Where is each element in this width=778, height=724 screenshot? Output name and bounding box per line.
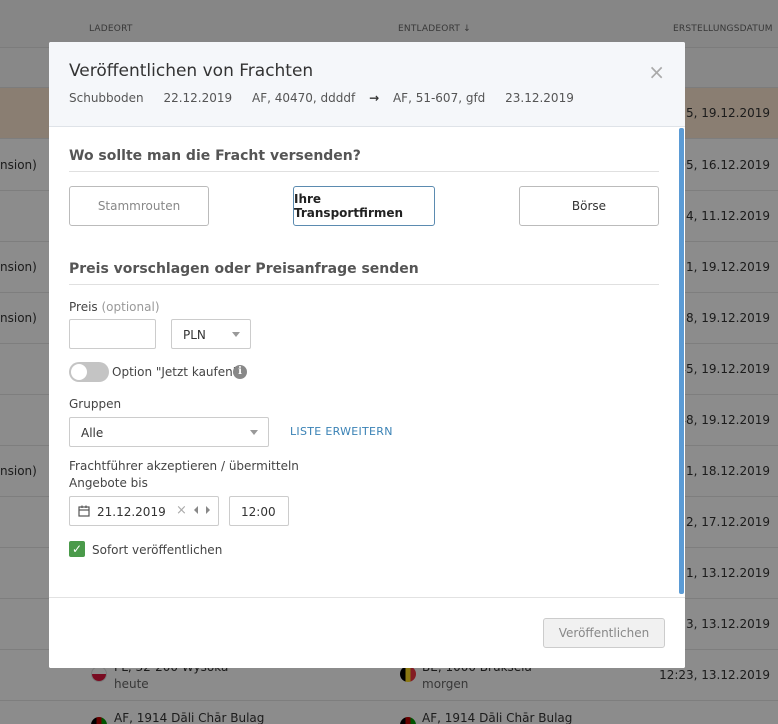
buy-now-label: Option "Jetzt kaufen" — [112, 365, 239, 379]
publish-now-checkbox[interactable]: ✓ — [69, 541, 85, 557]
extend-list-link[interactable]: LISTE ERWEITERN — [290, 425, 393, 438]
deadline-label-2: Angebote bis — [69, 476, 148, 490]
chevron-down-icon — [232, 332, 240, 337]
dialog-footer: Veröffentlichen — [49, 597, 685, 668]
time-value: 12:00 — [241, 505, 276, 519]
publish-freight-dialog: Veröffentlichen von Frachten × Schubbode… — [49, 42, 685, 668]
divider — [69, 171, 659, 172]
info-icon[interactable]: i — [233, 365, 247, 379]
groups-select[interactable]: Alle — [69, 417, 269, 447]
date-value: 21.12.2019 — [97, 505, 166, 519]
price-label: Preis (optional) — [69, 300, 160, 314]
buy-now-toggle[interactable] — [69, 362, 109, 382]
divider — [69, 284, 659, 285]
scrollbar[interactable] — [679, 128, 684, 594]
arrow-right-icon: → — [369, 91, 380, 105]
close-icon[interactable]: × — [648, 60, 665, 84]
calendar-icon — [78, 505, 90, 517]
vehicle-type: Schubboden — [69, 91, 144, 105]
toggle-knob — [71, 364, 87, 380]
groups-label: Gruppen — [69, 397, 122, 411]
publish-button[interactable]: Veröffentlichen — [543, 618, 665, 648]
send-section-title: Wo sollte man die Fracht versenden? — [69, 148, 361, 164]
unload-date: 23.12.2019 — [505, 91, 574, 105]
route-to: AF, 51-607, gfd — [392, 91, 486, 105]
groups-value: Alle — [81, 426, 104, 440]
clear-icon[interactable]: × — [176, 503, 187, 518]
chevron-down-icon — [250, 430, 258, 435]
price-input[interactable] — [69, 319, 156, 349]
dialog-header: Veröffentlichen von Frachten × Schubbode… — [49, 42, 685, 127]
currency-value: PLN — [183, 328, 206, 342]
publish-now-label: Sofort veröffentlichen — [92, 543, 223, 557]
time-input[interactable]: 12:00 — [229, 496, 289, 526]
chevron-right-icon[interactable] — [206, 506, 210, 514]
currency-select[interactable]: PLN — [171, 319, 251, 349]
transportfirmen-button[interactable]: Ihre Transportfirmen — [293, 186, 435, 226]
date-picker[interactable]: 21.12.2019 × — [69, 496, 219, 526]
deadline-label: Frachtführer akzeptieren / übermitteln — [69, 459, 299, 473]
dialog-title: Veröffentlichen von Frachten — [69, 61, 314, 81]
route-summary: Schubboden 22.12.2019 AF, 40470, ddddf →… — [69, 91, 590, 105]
price-section-title: Preis vorschlagen oder Preisanfrage send… — [69, 261, 419, 277]
route-from: AF, 40470, ddddf — [251, 91, 356, 105]
load-date: 22.12.2019 — [163, 91, 233, 105]
stammrouten-button[interactable]: Stammrouten — [69, 186, 209, 226]
chevron-left-icon[interactable] — [194, 506, 198, 514]
boerse-button[interactable]: Börse — [519, 186, 659, 226]
